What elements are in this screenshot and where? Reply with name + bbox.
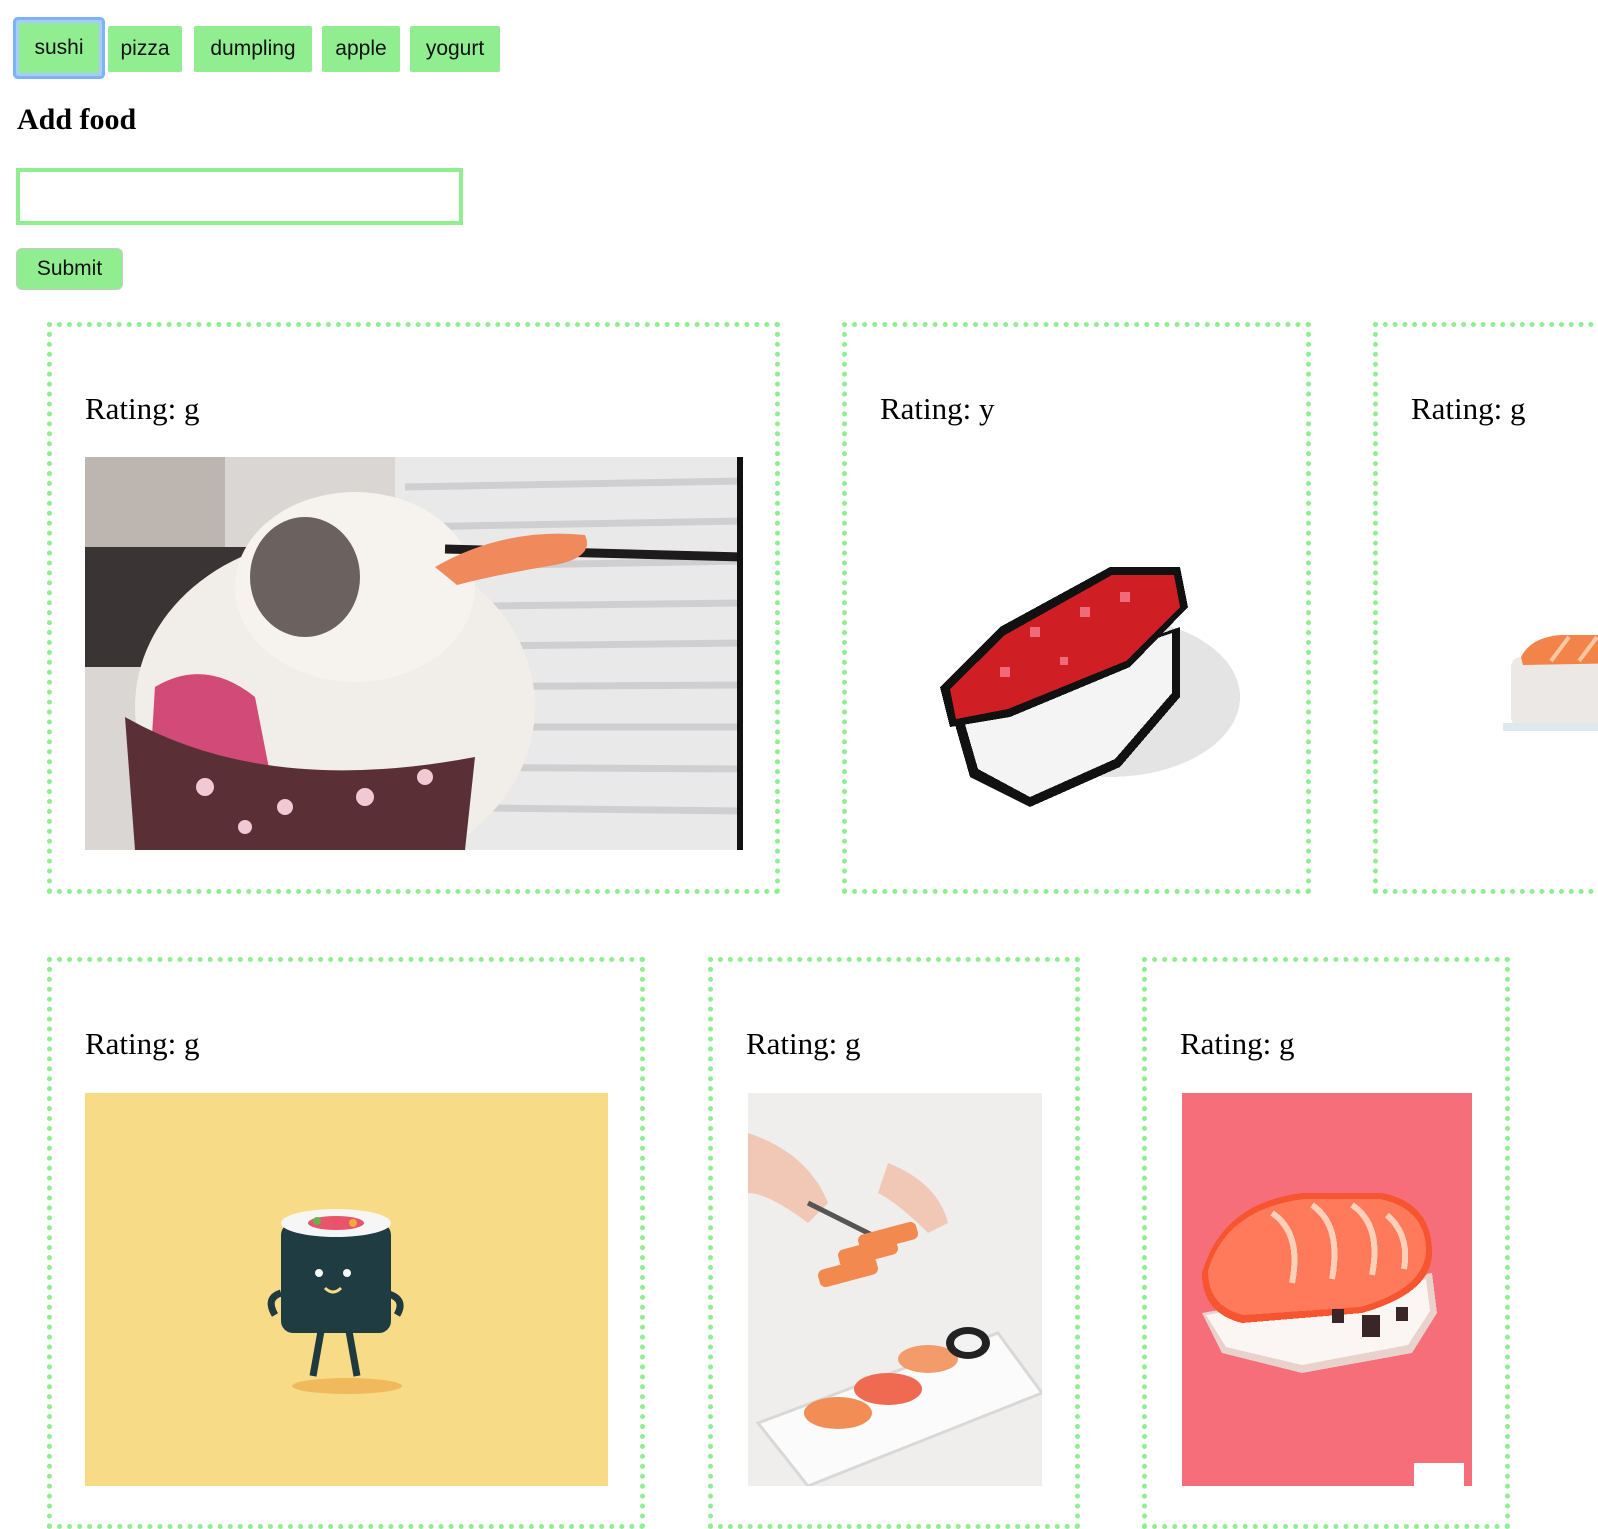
rating-label: Rating: g	[1180, 1026, 1295, 1061]
gif-card: Rating: g	[47, 322, 780, 894]
food-input[interactable]	[16, 168, 463, 225]
salmon-sushi-image[interactable]	[1411, 457, 1598, 850]
category-button-dumpling[interactable]: dumpling	[194, 26, 312, 72]
category-button-apple[interactable]: apple	[322, 26, 400, 72]
pixel-tuna-nigiri-image[interactable]	[880, 457, 1275, 850]
add-food-heading: Add food	[17, 103, 137, 136]
category-button-sushi[interactable]: sushi	[16, 20, 102, 76]
gif-card: Rating: g	[1142, 957, 1510, 1529]
chef-slicing-sushi-image[interactable]	[748, 1093, 1042, 1486]
pixel-salmon-nigiri-image[interactable]	[1182, 1093, 1472, 1486]
gif-card: Rating: y	[842, 322, 1311, 894]
category-button-pizza[interactable]: pizza	[108, 26, 182, 72]
rating-label: Rating: g	[1411, 391, 1526, 426]
rating-label: Rating: g	[746, 1026, 861, 1061]
gif-card: Rating: g	[1373, 322, 1598, 894]
submit-button[interactable]: Submit	[16, 248, 123, 290]
rating-label: Rating: y	[880, 391, 995, 426]
gif-card: Rating: g	[708, 957, 1080, 1529]
rating-label: Rating: g	[85, 391, 200, 426]
category-button-yogurt[interactable]: yogurt	[410, 26, 500, 72]
dancing-maki-roll-image[interactable]	[85, 1093, 608, 1486]
gif-card: Rating: g	[47, 957, 645, 1529]
cat-eating-sushi-image[interactable]	[85, 457, 743, 850]
rating-label: Rating: g	[85, 1026, 200, 1061]
